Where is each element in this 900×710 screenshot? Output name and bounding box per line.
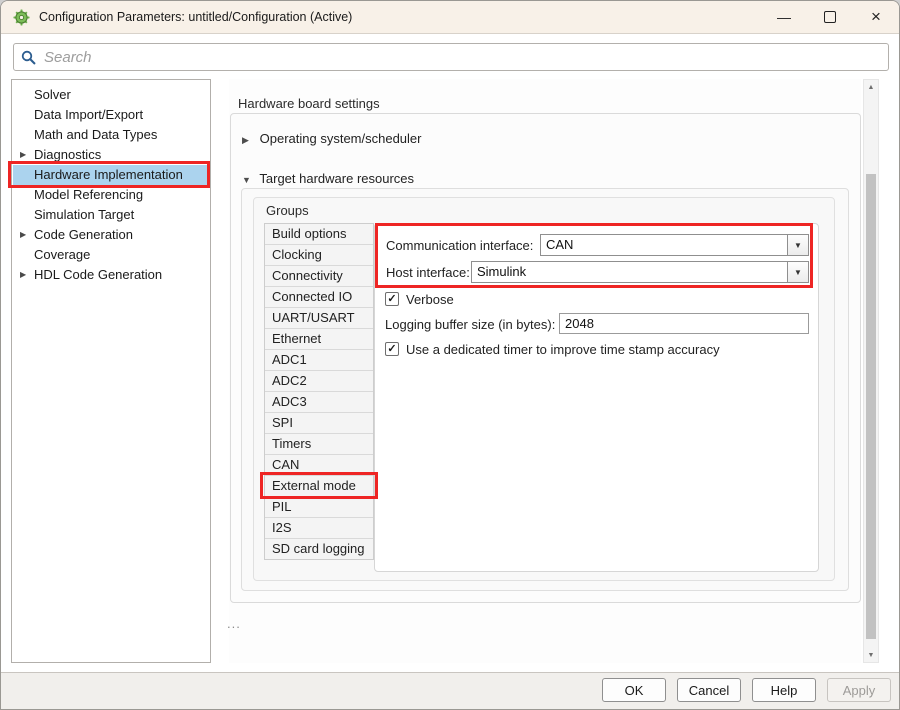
configuration-parameters-dialog: Configuration Parameters: untitled/Confi…: [0, 0, 900, 710]
search-icon: [21, 50, 36, 65]
sidebar-item-label: Math and Data Types: [34, 127, 157, 142]
sidebar-item-label: Diagnostics: [34, 147, 101, 162]
chevron-down-icon[interactable]: ▼: [787, 235, 808, 255]
dropdown-value: CAN: [546, 235, 573, 255]
section-operating-system-scheduler[interactable]: ▶ Operating system/scheduler: [242, 131, 421, 146]
cancel-button[interactable]: Cancel: [677, 678, 741, 702]
sidebar-item-label: Solver: [34, 87, 71, 102]
overflow-ellipsis: ...: [227, 616, 241, 631]
apply-button: Apply: [827, 678, 891, 702]
host-interface-dropdown[interactable]: Simulink ▼: [471, 261, 809, 283]
groups-label: Groups: [266, 203, 309, 218]
group-item-uart-usart[interactable]: UART/USART: [265, 308, 373, 329]
sidebar-item-model-referencing[interactable]: Model Referencing: [13, 185, 209, 205]
scrollbar-thumb[interactable]: [866, 174, 876, 639]
sidebar-item-label: Hardware Implementation: [34, 167, 183, 182]
sidebar-item-label: Data Import/Export: [34, 107, 143, 122]
logging-buffer-size-input[interactable]: 2048: [559, 313, 809, 334]
group-item-timers[interactable]: Timers: [265, 434, 373, 455]
logging-buffer-size-label: Logging buffer size (in bytes):: [385, 317, 555, 332]
close-icon: ×: [871, 7, 881, 27]
expand-arrow-icon[interactable]: ▶: [20, 145, 26, 165]
expand-arrow-icon[interactable]: ▶: [20, 265, 26, 285]
section-target-hardware-resources[interactable]: ▼ Target hardware resources: [242, 171, 414, 186]
close-button[interactable]: ×: [853, 1, 899, 33]
groups-list: Build options Clocking Connectivity Conn…: [264, 223, 374, 560]
sidebar-item-label: Model Referencing: [34, 187, 143, 202]
group-item-adc3[interactable]: ADC3: [265, 392, 373, 413]
section-label: Operating system/scheduler: [260, 131, 422, 146]
dedicated-timer-checkbox[interactable]: ✓: [385, 342, 399, 356]
minimize-button[interactable]: —: [761, 1, 807, 33]
maximize-icon: [824, 11, 836, 23]
scroll-down-icon[interactable]: ▼: [864, 648, 878, 662]
group-item-connectivity[interactable]: Connectivity: [265, 266, 373, 287]
sidebar-item-label: Simulation Target: [34, 207, 134, 222]
sidebar-item-label: HDL Code Generation: [34, 267, 162, 282]
checkmark-icon: ✓: [387, 343, 396, 355]
sidebar-item-hardware-implementation[interactable]: Hardware Implementation: [13, 165, 209, 185]
sidebar-item-coverage[interactable]: Coverage: [13, 245, 209, 265]
maximize-button[interactable]: [807, 1, 853, 33]
chevron-right-icon[interactable]: ▶: [242, 135, 256, 146]
group-item-i2s[interactable]: I2S: [265, 518, 373, 539]
group-item-external-mode[interactable]: External mode: [265, 476, 373, 497]
communication-interface-dropdown[interactable]: CAN ▼: [540, 234, 809, 256]
dialog-footer: OK Cancel Help Apply: [1, 672, 899, 709]
sidebar-item-data-import-export[interactable]: Data Import/Export: [13, 105, 209, 125]
search-bar[interactable]: [13, 43, 889, 71]
group-item-clocking[interactable]: Clocking: [265, 245, 373, 266]
sidebar-item-code-generation[interactable]: ▶ Code Generation: [13, 225, 209, 245]
group-item-can[interactable]: CAN: [265, 455, 373, 476]
expand-arrow-icon[interactable]: ▶: [20, 225, 26, 245]
minimize-icon: —: [777, 9, 791, 25]
sidebar-item-label: Code Generation: [34, 227, 133, 242]
host-interface-label: Host interface:: [386, 265, 470, 280]
help-button[interactable]: Help: [752, 678, 816, 702]
checkmark-icon: ✓: [387, 293, 396, 305]
group-item-ethernet[interactable]: Ethernet: [265, 329, 373, 350]
dropdown-value: Simulink: [477, 262, 526, 282]
sidebar-item-diagnostics[interactable]: ▶ Diagnostics: [13, 145, 209, 165]
page-title: Hardware board settings: [238, 96, 380, 111]
window-title: Configuration Parameters: untitled/Confi…: [39, 10, 352, 24]
ok-button[interactable]: OK: [602, 678, 666, 702]
dedicated-timer-label[interactable]: Use a dedicated timer to improve time st…: [406, 342, 720, 357]
title-bar: Configuration Parameters: untitled/Confi…: [1, 1, 899, 34]
chevron-down-icon[interactable]: ▼: [787, 262, 808, 282]
chevron-down-icon[interactable]: ▼: [242, 175, 256, 185]
simulink-gear-icon: [13, 9, 30, 26]
scroll-up-icon[interactable]: ▲: [864, 80, 878, 94]
category-tree: Solver Data Import/Export Math and Data …: [11, 79, 211, 663]
group-item-adc2[interactable]: ADC2: [265, 371, 373, 392]
verbose-checkbox[interactable]: ✓: [385, 292, 399, 306]
communication-interface-label: Communication interface:: [386, 238, 533, 253]
section-label: Target hardware resources: [259, 171, 414, 186]
window-controls: — ×: [761, 1, 899, 33]
sidebar-item-label: Coverage: [34, 247, 90, 262]
group-item-spi[interactable]: SPI: [265, 413, 373, 434]
verbose-label[interactable]: Verbose: [406, 292, 454, 307]
group-item-adc1[interactable]: ADC1: [265, 350, 373, 371]
sidebar-item-math-and-data-types[interactable]: Math and Data Types: [13, 125, 209, 145]
vertical-scrollbar[interactable]: ▲ ▼: [863, 79, 879, 663]
group-item-build-options[interactable]: Build options: [265, 224, 373, 245]
search-input[interactable]: [42, 46, 888, 68]
group-item-sd-card-logging[interactable]: SD card logging: [265, 539, 373, 559]
sidebar-item-solver[interactable]: Solver: [13, 85, 209, 105]
group-item-pil[interactable]: PIL: [265, 497, 373, 518]
sidebar-item-hdl-code-generation[interactable]: ▶ HDL Code Generation: [13, 265, 209, 285]
group-item-connected-io[interactable]: Connected IO: [265, 287, 373, 308]
sidebar-item-simulation-target[interactable]: Simulation Target: [13, 205, 209, 225]
